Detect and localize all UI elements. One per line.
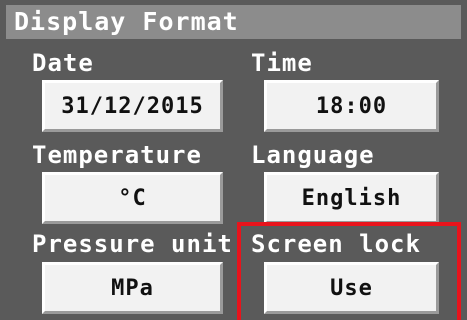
pressure-unit-value: MPa: [111, 275, 154, 301]
date-label: Date: [32, 49, 94, 77]
temperature-label: Temperature: [32, 141, 202, 169]
pressure-unit-button[interactable]: MPa: [42, 262, 223, 314]
date-value: 31/12/2015: [61, 93, 204, 119]
display-format-screen: Display Format Date Time 31/12/2015 18:0…: [0, 0, 467, 320]
title-bar: Display Format: [6, 5, 461, 39]
screen-lock-label: Screen lock: [251, 230, 421, 258]
temperature-value: °C: [118, 185, 147, 211]
temperature-button[interactable]: °C: [42, 172, 223, 224]
language-label: Language: [251, 141, 375, 169]
screen-lock-value: Use: [330, 275, 373, 301]
time-label: Time: [251, 49, 313, 77]
time-value: 18:00: [315, 93, 388, 119]
language-button[interactable]: English: [264, 172, 439, 224]
date-button[interactable]: 31/12/2015: [42, 80, 223, 132]
language-value: English: [301, 185, 402, 211]
screen-lock-button[interactable]: Use: [264, 262, 439, 314]
time-button[interactable]: 18:00: [264, 80, 439, 132]
pressure-unit-label: Pressure unit: [32, 230, 233, 258]
page-title: Display Format: [14, 7, 239, 36]
